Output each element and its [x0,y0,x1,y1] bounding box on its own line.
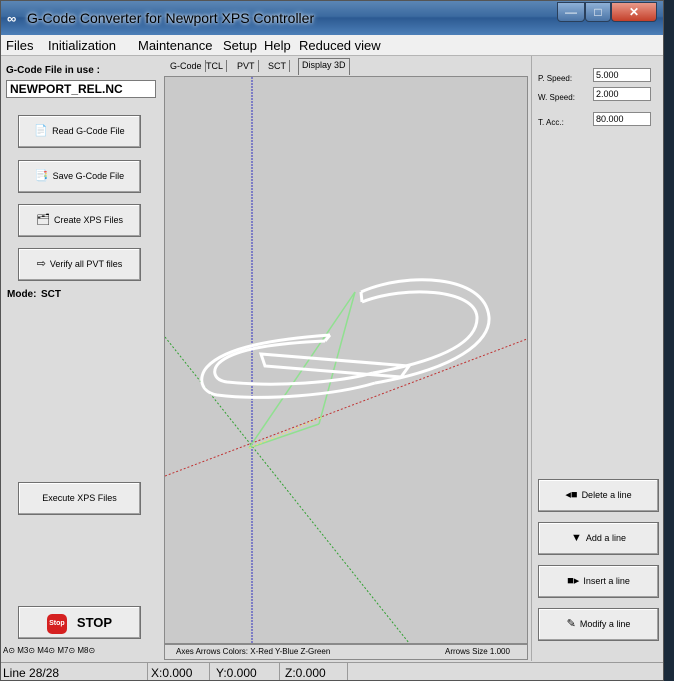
modify-line-label: Modify a line [579,619,631,629]
insert-arrow-icon: ■▸ [567,575,580,587]
tab-pvt[interactable]: PVT [234,60,259,72]
modify-icon: ✎ [566,618,576,630]
w-speed-field[interactable]: 2.000 [593,87,651,101]
maximize-button[interactable]: □ [585,2,611,22]
t-acc-field[interactable]: 80.000 [593,112,651,126]
create-xps-label: Create XPS Files [53,215,123,225]
add-arrow-icon: ▼ [571,532,582,544]
window-title: G-Code Converter for Newport XPS Control… [27,10,315,26]
io-indicators: A⊙ M3⊙ M4⊙ M7⊙ M8⊙ [3,646,96,655]
app-window: ∞ G-Code Converter for Newport XPS Contr… [0,0,664,681]
tab-tcl[interactable]: TCL [203,60,228,72]
status-line-count: Line 28/28 [3,666,60,680]
save-gcode-button[interactable]: 📑 Save G-Code File [18,160,141,193]
insert-line-button[interactable]: ■▸ Insert a line [538,565,659,598]
right-panel: P. Speed: 5.000 W. Speed: 2.000 T. Acc.:… [531,56,663,661]
status-z: Z:0.000 [285,666,326,680]
tab-sct[interactable]: SCT [265,60,290,72]
menu-help[interactable]: Help [264,38,291,53]
verify-pvt-label: Verify all PVT files [49,259,123,269]
insert-line-label: Insert a line [583,576,630,586]
status-separator [279,663,280,680]
stop-label: STOP [76,615,113,630]
menu-bar: Files Initialization Maintenance Setup H… [1,35,663,56]
status-separator [209,663,210,680]
rapid-move-line [248,423,320,449]
read-gcode-label: Read G-Code File [52,126,125,136]
file-name-field: NEWPORT_REL.NC [6,80,156,98]
status-bar: Line 28/28 X:0.000 Y:0.000 Z:0.000 [1,662,663,680]
display-3d-viewport[interactable] [164,76,528,644]
part-profile-right-inner [361,290,479,375]
title-bar[interactable]: ∞ G-Code Converter for Newport XPS Contr… [1,1,663,35]
minimize-button[interactable]: — [557,2,585,22]
add-line-button[interactable]: ▼ Add a line [538,522,659,555]
tab-strip: G-Code TCL PVT SCT Display 3D [163,57,529,75]
status-separator [347,663,348,680]
create-files-icon: 🗂 [36,214,50,226]
axes-colors-legend: Axes Arrows Colors: X-Red Y-Blue Z-Green [176,647,331,656]
save-file-icon: 📑 [34,170,49,182]
verify-icon: ⇨ [36,258,46,270]
w-speed-label: W. Speed: [538,93,575,102]
read-gcode-button[interactable]: 📄 Read G-Code File [18,115,141,148]
modify-line-button[interactable]: ✎ Modify a line [538,608,659,641]
legend-bar: Axes Arrows Colors: X-Red Y-Blue Z-Green… [164,644,528,660]
add-line-label: Add a line [585,533,626,543]
delete-line-label: Delete a line [581,490,632,500]
toolpath-3d-canvas [164,77,528,644]
status-x: X:0.000 [151,666,193,680]
stop-button[interactable]: Stop STOP [18,606,141,639]
open-file-icon: 📄 [34,125,49,137]
menu-initialization[interactable]: Initialization [48,38,116,53]
execute-xps-button[interactable]: Execute XPS Files [18,482,141,515]
stop-sign-icon: Stop [46,613,67,634]
delete-arrow-icon: ◂■ [565,489,578,501]
mode-label: Mode: [7,289,37,300]
arrows-size-label: Arrows Size 1.000 [445,647,510,656]
save-gcode-label: Save G-Code File [52,171,125,181]
execute-xps-label: Execute XPS Files [42,493,117,503]
menu-files[interactable]: Files [6,38,33,53]
menu-setup[interactable]: Setup [223,38,257,53]
p-speed-field[interactable]: 5.000 [593,68,651,82]
verify-pvt-button[interactable]: ⇨ Verify all PVT files [18,248,141,281]
delete-line-button[interactable]: ◂■ Delete a line [538,479,659,512]
tab-display-3d[interactable]: Display 3D [298,58,350,75]
menu-reduced-view[interactable]: Reduced view [299,38,381,53]
status-separator [147,663,148,680]
center-panel: G-Code TCL PVT SCT Display 3D Axes Arrow… [163,57,529,661]
status-y: Y:0.000 [216,666,257,680]
file-in-use-label: G-Code File in use : [6,65,100,76]
tab-gcode[interactable]: G-Code [167,60,206,72]
close-button[interactable]: ✕ [611,2,657,22]
left-panel: G-Code File in use : NEWPORT_REL.NC 📄 Rea… [1,56,161,661]
create-xps-button[interactable]: 🗂 Create XPS Files [18,204,141,237]
t-acc-label: T. Acc.: [538,118,564,127]
infinity-icon: ∞ [7,11,17,26]
menu-maintenance[interactable]: Maintenance [138,38,212,53]
p-speed-label: P. Speed: [538,74,573,83]
mode-value: SCT [41,289,61,300]
